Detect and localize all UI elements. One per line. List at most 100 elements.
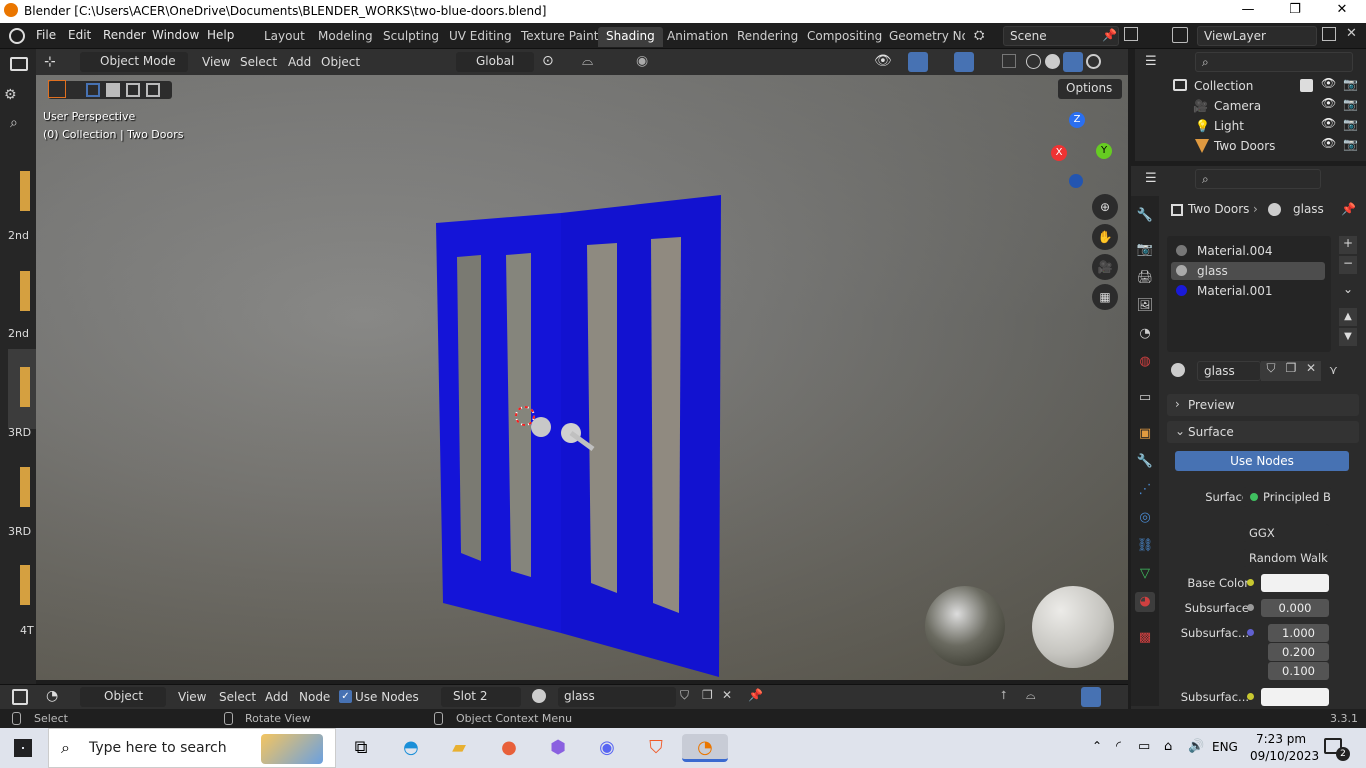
gizmo-z-axis[interactable]: Z [1069, 112, 1085, 128]
tab-compositing[interactable]: Compositing [799, 27, 890, 47]
battery-icon[interactable]: ▭ [1138, 739, 1150, 754]
blender-taskbar-icon[interactable]: ◔ [682, 734, 728, 762]
node-snap-icon[interactable]: ⌓ [1026, 688, 1036, 703]
wireframe-shading-icon[interactable] [1026, 54, 1041, 69]
thumb-5[interactable] [20, 565, 30, 605]
node-menu-node[interactable]: Node [299, 690, 330, 704]
subsurface-value[interactable]: 0.000 [1261, 599, 1329, 617]
pivot-icon[interactable]: ⊙ [542, 53, 554, 69]
camera-eye-icon[interactable]: 👁 [1321, 96, 1336, 110]
clock-time[interactable]: 7:23 pm [1256, 732, 1306, 746]
wifi-icon[interactable]: ◜ [1116, 739, 1121, 754]
proportional-edit-icon[interactable]: ◉ [636, 53, 648, 69]
subsurface-color-swatch[interactable] [1261, 688, 1329, 706]
material-shading-icon[interactable] [1063, 52, 1083, 72]
menu-help[interactable]: Help [207, 28, 234, 42]
remove-view-layer-icon[interactable]: ✕ [1346, 26, 1357, 41]
surface-panel-header[interactable]: ⌄ Surface [1167, 421, 1359, 443]
select-box-icon[interactable] [86, 83, 100, 97]
view-layer-field[interactable]: ViewLayer [1197, 26, 1317, 46]
tab-layout[interactable]: Layout [256, 27, 313, 47]
node-material-field[interactable]: glass [558, 687, 676, 707]
surface-shader-field[interactable]: Principled B... [1243, 487, 1331, 507]
two-blue-doors-model[interactable] [431, 193, 731, 678]
blender-menu-icon[interactable] [9, 28, 25, 44]
select-mode-1-icon[interactable] [106, 83, 120, 97]
tool-tab-icon[interactable]: 🔧 [1135, 206, 1155, 226]
overlay-toggle-icon[interactable] [954, 52, 974, 72]
render-tab-icon[interactable]: 📷 [1135, 240, 1155, 260]
material-slot-2[interactable]: glass [1171, 262, 1325, 280]
gizmo-x-axis[interactable]: X [1051, 145, 1067, 161]
remove-slot-button[interactable]: − [1339, 256, 1357, 274]
distribution-dropdown[interactable]: GGX [1243, 524, 1329, 542]
use-nodes-toggle-label[interactable]: Use Nodes [355, 690, 419, 704]
radius-z-value[interactable]: 0.100 [1268, 662, 1329, 680]
collection-checkbox[interactable] [1300, 79, 1313, 92]
new-scene-icon[interactable] [1124, 27, 1138, 41]
thumb-4[interactable] [20, 467, 30, 507]
tray-chevron-icon[interactable]: ⌃ [1092, 739, 1102, 753]
editor-type-icon[interactable]: ⊹ [44, 54, 56, 70]
constraints-tab-icon[interactable]: ⛓ [1135, 536, 1155, 556]
maximize-button[interactable]: ❐ [1275, 2, 1315, 17]
material-tab-icon[interactable]: ◕ [1135, 592, 1155, 612]
collection-eye-icon[interactable]: 👁 [1321, 76, 1336, 90]
shader-object-dropdown[interactable]: Object [80, 687, 166, 707]
node-fake-user-icon[interactable]: ⛉ [680, 688, 689, 703]
collection-render-icon[interactable]: 📷 [1343, 77, 1358, 91]
properties-search[interactable]: ⌕ [1195, 169, 1321, 189]
node-unlink-icon[interactable]: ✕ [722, 688, 732, 702]
radius-y-value[interactable]: 0.200 [1268, 643, 1329, 661]
firefox-icon[interactable]: ● [494, 734, 524, 762]
search-icon[interactable]: ⌕ [10, 115, 18, 131]
clock-date[interactable]: 09/10/2023 [1250, 749, 1319, 763]
options-button[interactable]: Options [1058, 79, 1122, 99]
tab-uv-editing[interactable]: UV Editing [441, 27, 520, 47]
thumb-1[interactable] [20, 171, 30, 211]
light-render-icon[interactable]: 📷 [1343, 117, 1358, 131]
use-nodes-button[interactable]: Use Nodes [1175, 451, 1349, 471]
parent-node-tree-icon[interactable]: ⭡ [1001, 688, 1007, 703]
minimize-button[interactable]: — [1228, 2, 1268, 17]
gizmo-neg-z[interactable] [1069, 174, 1083, 188]
tab-sculpting[interactable]: Sculpting [375, 27, 447, 47]
slot-dropdown[interactable]: Slot 2 [441, 687, 521, 707]
select-mode-3-icon[interactable] [146, 83, 160, 97]
menu-render[interactable]: Render [103, 28, 146, 42]
rendered-shading-icon[interactable] [1086, 54, 1101, 69]
node-menu-select[interactable]: Select [219, 690, 256, 704]
node-overlay-icon[interactable] [1081, 687, 1101, 707]
thumb-2[interactable] [20, 271, 30, 311]
menu-select[interactable]: Select [240, 55, 277, 69]
zoom-icon[interactable]: ⊕ [1092, 194, 1118, 220]
outliner-search[interactable]: ⌕ [1195, 52, 1353, 72]
tab-texture-paint[interactable]: Texture Paint [513, 27, 606, 47]
node-menu-view[interactable]: View [178, 690, 206, 704]
two-doors-eye-icon[interactable]: 👁 [1321, 136, 1336, 150]
pin-panel-icon[interactable]: 📌 [1341, 202, 1356, 216]
node-duplicate-icon[interactable]: ❐ [702, 688, 713, 702]
network-icon[interactable]: ⌂ [1164, 739, 1172, 754]
volume-icon[interactable]: 🔊 [1188, 739, 1204, 754]
tool-cursor-icon[interactable] [48, 80, 66, 98]
task-view-icon[interactable]: ⧉ [346, 734, 376, 762]
folder-icon[interactable] [10, 57, 28, 71]
move-slot-down-button[interactable]: ▼ [1339, 328, 1357, 346]
windows-start-icon[interactable] [14, 739, 32, 757]
radius-x-value[interactable]: 1.000 [1268, 624, 1329, 642]
scene-selector-icon[interactable]: ⛭ [974, 28, 984, 43]
node-menu-add[interactable]: Add [265, 690, 288, 704]
close-window-button[interactable]: ✕ [1322, 2, 1362, 17]
light-eye-icon[interactable]: 👁 [1321, 116, 1336, 130]
outliner-item-two-doors[interactable]: Two Doors 👁 📷 [1135, 136, 1366, 156]
subsurface-method-dropdown[interactable]: Random Walk [1243, 549, 1329, 567]
camera-view-icon[interactable]: 🎥 [1092, 254, 1118, 280]
solid-shading-icon[interactable] [1045, 54, 1060, 69]
node-editor-type-icon[interactable] [12, 689, 28, 705]
physics-tab-icon[interactable]: ◎ [1135, 508, 1155, 528]
pin-icon[interactable]: 📌 [1102, 28, 1117, 42]
camera-render-icon[interactable]: 📷 [1343, 97, 1358, 111]
select-mode-2-icon[interactable] [126, 83, 140, 97]
use-nodes-checkbox[interactable]: ✓ [339, 690, 352, 703]
